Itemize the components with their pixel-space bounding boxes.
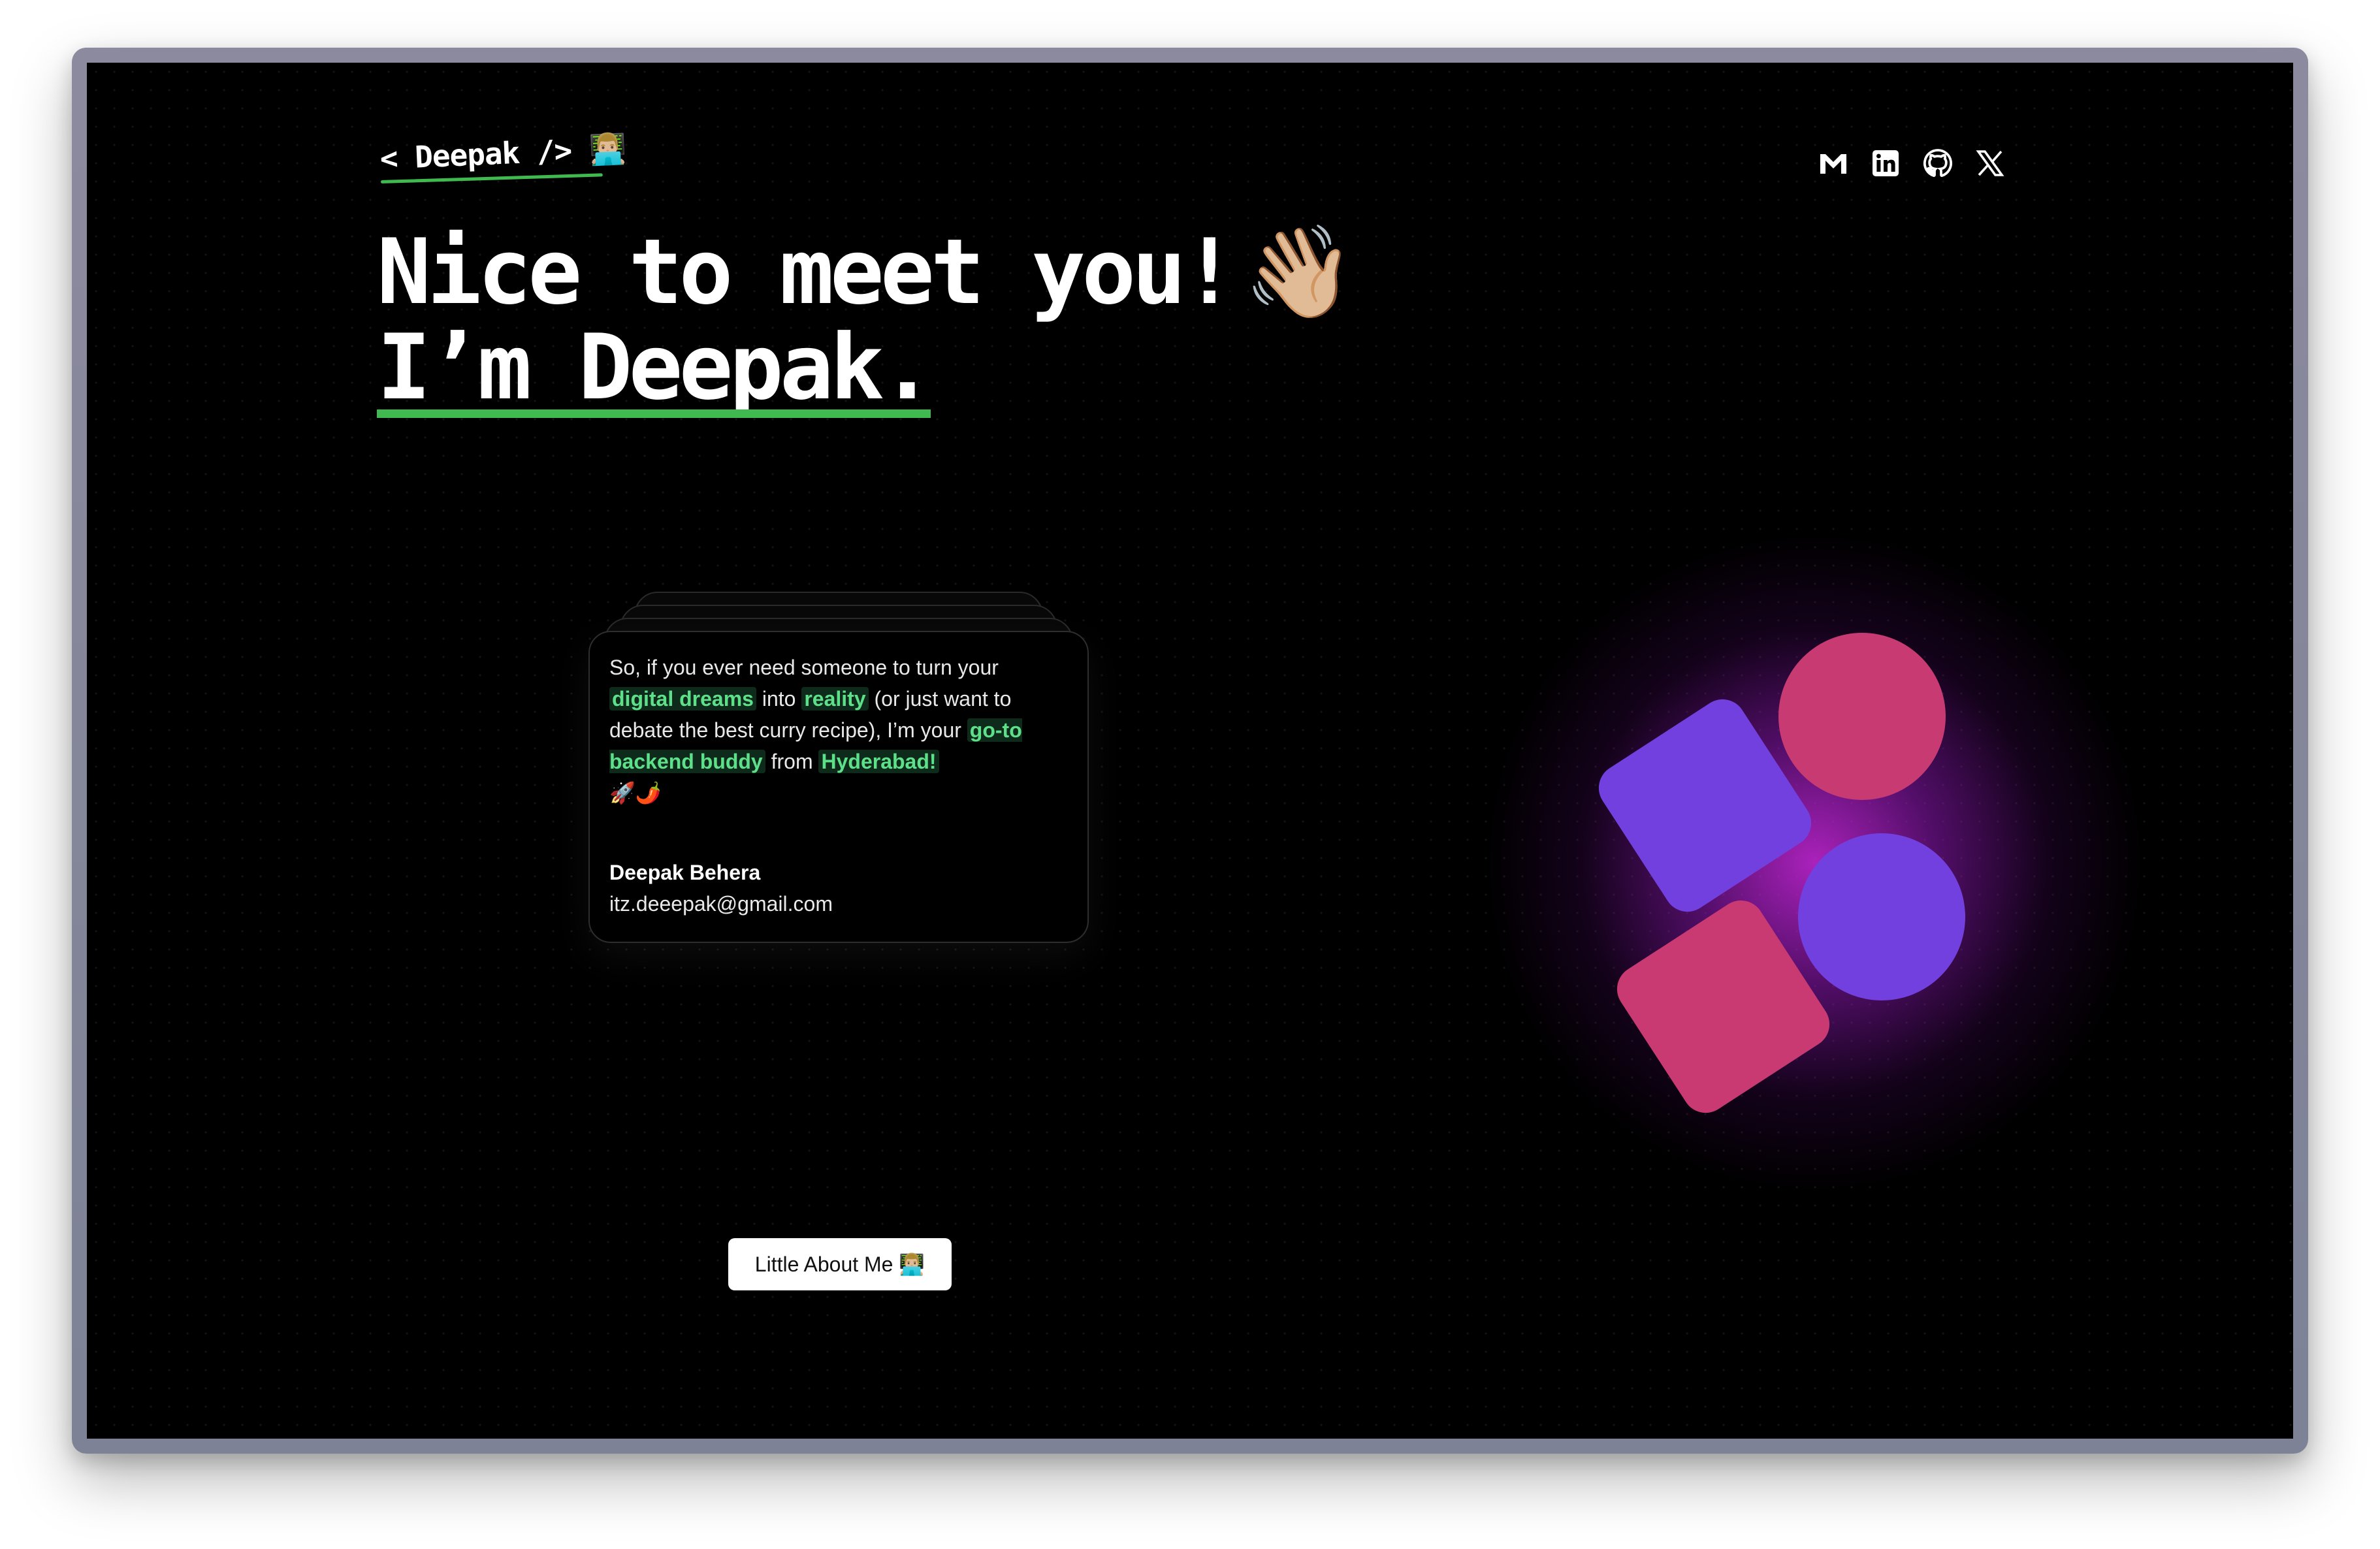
social-links	[1818, 148, 2006, 179]
highlight-reality: reality	[801, 687, 869, 711]
signature-email[interactable]: itz.deeepak@gmail.com	[609, 888, 1068, 919]
hero-line-1: Nice to meet you! 👋🏼	[377, 225, 1355, 320]
intro-text-part: into	[756, 687, 802, 711]
linkedin-link[interactable]	[1870, 148, 1901, 179]
hero-line-2: I’m Deepak.	[377, 320, 935, 418]
x-link[interactable]	[1974, 148, 2006, 179]
browser-viewport: < Deepak /> 👨🏼‍💻	[87, 63, 2293, 1439]
site-logo[interactable]: < Deepak /> 👨🏼‍💻	[379, 131, 627, 177]
little-about-me-button[interactable]: Little About Me 👨🏼‍💻	[728, 1238, 952, 1290]
x-icon	[1976, 150, 2004, 176]
purple-glow	[1471, 520, 2157, 1206]
intro-text-part: So, if you ever need someone to turn you…	[609, 656, 999, 679]
gmail-icon	[1820, 154, 1846, 174]
highlight-digital-dreams: digital dreams	[609, 687, 756, 711]
signature-name: Deepak Behera	[609, 861, 761, 884]
hero-greeting: Nice to meet you!	[377, 219, 1236, 325]
intro-text: So, if you ever need someone to turn you…	[609, 652, 1068, 808]
name-underline	[377, 409, 931, 418]
rocket-chili-icons: 🚀🌶️	[609, 781, 662, 805]
intro-text-part: from	[765, 750, 819, 773]
github-link[interactable]	[1922, 148, 1954, 179]
waving-hand-icon: 👋🏼	[1243, 219, 1356, 325]
hero-name: I’m Deepak.	[377, 315, 935, 420]
gmail-link[interactable]	[1818, 148, 1849, 179]
pink-circle	[1778, 633, 1946, 800]
intro-card: So, if you ever need someone to turn you…	[588, 631, 1089, 943]
github-icon	[1923, 149, 1953, 177]
linkedin-icon	[1873, 150, 1899, 176]
purple-circle	[1798, 833, 1965, 1000]
highlight-hyderabad: Hyderabad!	[818, 750, 939, 773]
hero-heading: Nice to meet you! 👋🏼 I’m Deepak.	[377, 225, 1355, 418]
